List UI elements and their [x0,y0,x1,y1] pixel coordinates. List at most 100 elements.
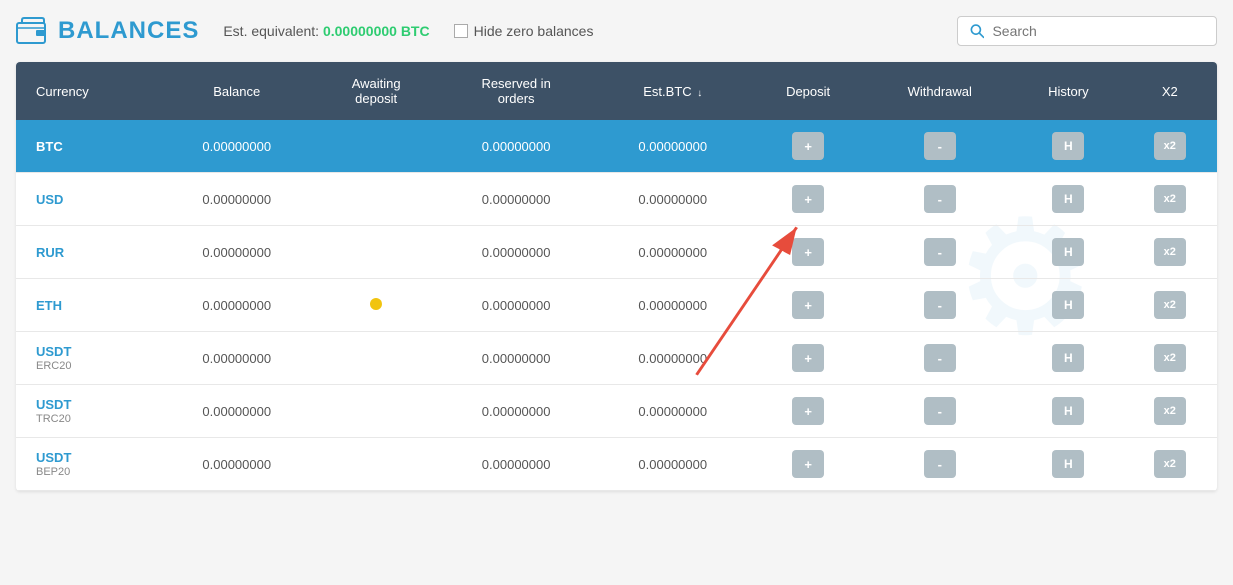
search-box[interactable] [957,16,1217,46]
cell-history: H [1014,279,1123,332]
search-icon [970,23,984,39]
cell-reserved: 0.00000000 [438,332,595,385]
est-equivalent: Est. equivalent: 0.00000000 BTC [223,23,429,39]
table-row: USDTBEP200.000000000.000000000.00000000+… [16,438,1217,491]
cell-deposit: + [751,385,866,438]
col-currency: Currency [16,62,159,120]
cell-reserved: 0.00000000 [438,438,595,491]
currency-link[interactable]: ETH [36,298,62,313]
deposit-button[interactable]: + [792,132,824,160]
title-wrap: BALANCES [16,17,199,45]
deposit-button[interactable]: + [792,291,824,319]
cell-balance: 0.00000000 [159,385,315,438]
history-button[interactable]: H [1052,185,1084,213]
hide-zero-label: Hide zero balances [474,23,594,39]
x2-button[interactable]: x2 [1154,344,1186,372]
hide-zero-checkbox[interactable] [454,24,468,38]
deposit-button[interactable]: + [792,397,824,425]
awaiting-dot [370,298,382,310]
currency-link[interactable]: USD [36,192,63,207]
cell-history: H [1014,226,1123,279]
table-row: USDTTRC200.000000000.000000000.00000000+… [16,385,1217,438]
cell-reserved: 0.00000000 [438,279,595,332]
balances-table: Currency Balance Awaitingdeposit Reserve… [16,62,1217,491]
cell-currency: BTC [16,120,159,173]
col-deposit: Deposit [751,62,866,120]
deposit-button[interactable]: + [792,450,824,478]
cell-currency: USDTBEP20 [16,438,159,491]
cell-estbtc: 0.00000000 [595,173,751,226]
x2-button[interactable]: x2 [1154,291,1186,319]
cell-withdrawal: - [865,438,1014,491]
cell-deposit: + [751,120,866,173]
history-button[interactable]: H [1052,291,1084,319]
history-button[interactable]: H [1052,450,1084,478]
cell-withdrawal: - [865,385,1014,438]
col-withdrawal: Withdrawal [865,62,1014,120]
cell-history: H [1014,120,1123,173]
withdraw-button[interactable]: - [924,132,956,160]
cell-x2: x2 [1123,385,1217,438]
history-button[interactable]: H [1052,238,1084,266]
cell-reserved: 0.00000000 [438,226,595,279]
withdraw-button[interactable]: - [924,291,956,319]
cell-withdrawal: - [865,332,1014,385]
currency-link[interactable]: USDT [36,450,71,466]
cell-deposit: + [751,173,866,226]
hide-zero-wrap[interactable]: Hide zero balances [454,23,594,39]
table-body: BTC0.000000000.000000000.00000000+-Hx2US… [16,120,1217,491]
sort-arrow-icon: ↓ [697,88,702,99]
page-header: BALANCES Est. equivalent: 0.00000000 BTC… [16,16,1217,46]
currency-link[interactable]: BTC [36,139,63,154]
currency-link[interactable]: USDT [36,344,71,360]
withdraw-button[interactable]: - [924,185,956,213]
cell-history: H [1014,385,1123,438]
cell-reserved: 0.00000000 [438,173,595,226]
currency-link[interactable]: RUR [36,245,64,260]
cell-deposit: + [751,438,866,491]
cell-currency: USD [16,173,159,226]
est-value: 0.00000000 BTC [323,23,430,39]
col-estbtc[interactable]: Est.BTC ↓ [595,62,751,120]
cell-deposit: + [751,332,866,385]
history-button[interactable]: H [1052,132,1084,160]
cell-x2: x2 [1123,438,1217,491]
x2-button[interactable]: x2 [1154,238,1186,266]
cell-estbtc: 0.00000000 [595,279,751,332]
col-balance: Balance [159,62,315,120]
x2-button[interactable]: x2 [1154,132,1186,160]
x2-button[interactable]: x2 [1154,397,1186,425]
cell-balance: 0.00000000 [159,438,315,491]
cell-estbtc: 0.00000000 [595,385,751,438]
cell-estbtc: 0.00000000 [595,332,751,385]
cell-balance: 0.00000000 [159,120,315,173]
withdraw-button[interactable]: - [924,238,956,266]
withdraw-button[interactable]: - [924,397,956,425]
cell-balance: 0.00000000 [159,279,315,332]
cell-estbtc: 0.00000000 [595,120,751,173]
history-button[interactable]: H [1052,397,1084,425]
cell-currency: USDTERC20 [16,332,159,385]
history-button[interactable]: H [1052,344,1084,372]
deposit-button[interactable]: + [792,238,824,266]
deposit-button[interactable]: + [792,185,824,213]
cell-awaiting [315,385,438,438]
table-row: USDTERC200.000000000.000000000.00000000+… [16,332,1217,385]
x2-button[interactable]: x2 [1154,450,1186,478]
table-row: ETH0.000000000.000000000.00000000+-Hx2 [16,279,1217,332]
cell-reserved: 0.00000000 [438,385,595,438]
col-reserved: Reserved inorders [438,62,595,120]
x2-button[interactable]: x2 [1154,185,1186,213]
table-row: RUR0.000000000.000000000.00000000+-Hx2 [16,226,1217,279]
cell-x2: x2 [1123,226,1217,279]
deposit-button[interactable]: + [792,344,824,372]
cell-deposit: + [751,279,866,332]
cell-awaiting [315,120,438,173]
cell-currency: RUR [16,226,159,279]
withdraw-button[interactable]: - [924,344,956,372]
cell-awaiting [315,173,438,226]
currency-link[interactable]: USDT [36,397,71,413]
cell-balance: 0.00000000 [159,226,315,279]
search-input[interactable] [992,23,1204,39]
withdraw-button[interactable]: - [924,450,956,478]
